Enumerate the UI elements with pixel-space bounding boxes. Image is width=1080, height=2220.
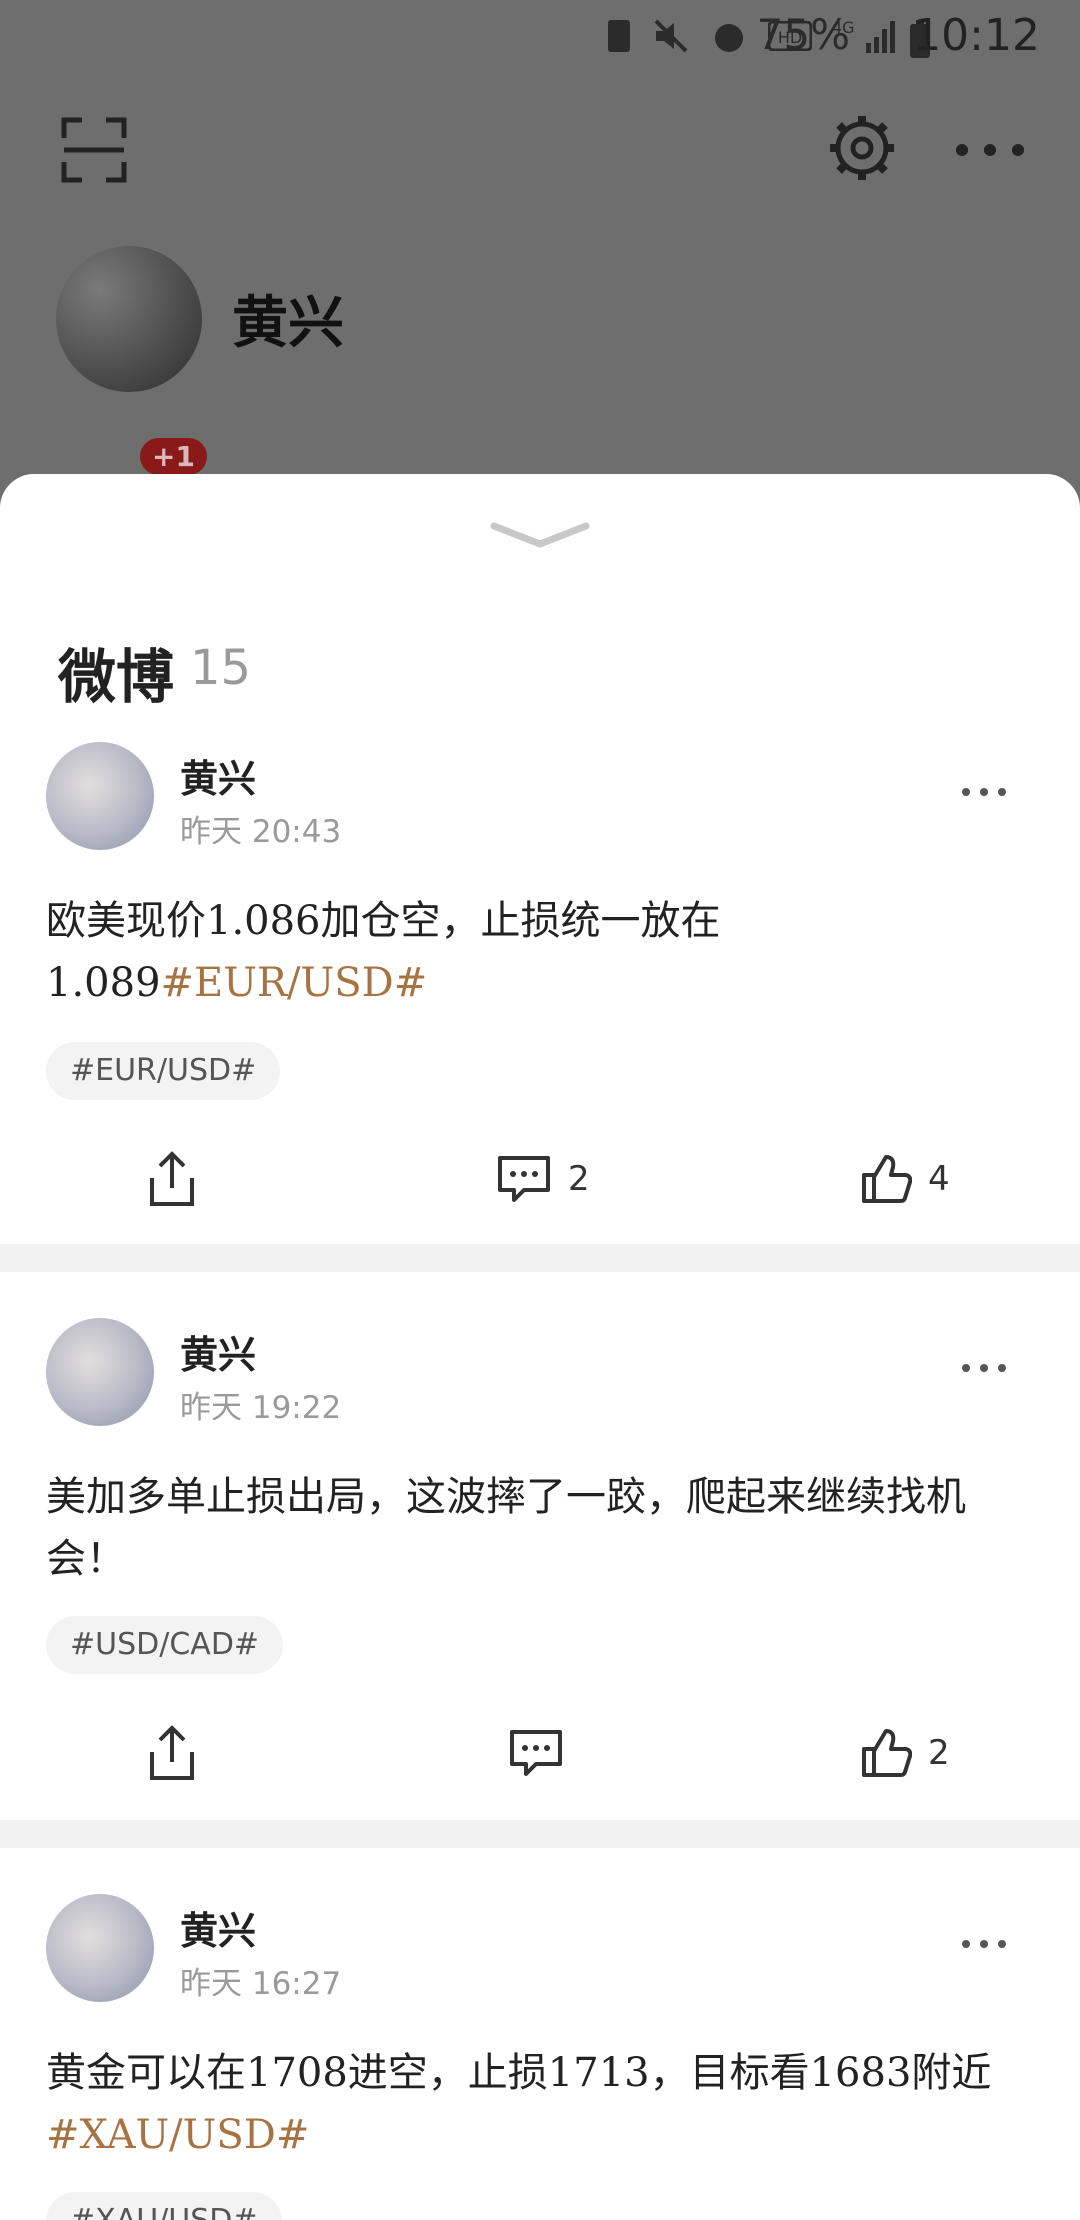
more-icon[interactable] [960, 782, 1008, 802]
post-count: 15 [190, 640, 252, 696]
mute-icon [654, 19, 688, 53]
post-text: 黄金可以在1708进空，止损1713，目标看1683附近 #XAU/USD# [46, 2042, 1036, 2166]
scan-icon[interactable] [58, 114, 130, 186]
post-text-body: 黄金可以在1708进空，止损1713，目标看1683附近 [46, 2050, 992, 2096]
comment-icon [510, 1730, 562, 1776]
post[interactable]: 黄兴 昨天 19:22 美加多单止损出局，这波摔了一跤，爬起来继续找机会！ #U… [0, 1318, 1080, 1798]
topic-tag[interactable]: #EUR/USD# [46, 1042, 281, 1100]
post-separator [0, 1244, 1080, 1272]
comment-button[interactable]: 2 [496, 1144, 590, 1214]
comment-icon [498, 1156, 550, 1202]
status-bar: HD 4G 75% 10:12 [0, 0, 1080, 72]
battery-percent: 75% [756, 10, 850, 59]
chevron-down-icon[interactable] [490, 518, 590, 558]
avatar[interactable] [46, 1894, 154, 2002]
sheet-title: 微博 [58, 643, 175, 711]
post-text: 欧美现价1.086加仓空，止损统一放在1.089#EUR/USD# [46, 890, 1036, 1014]
like-icon [862, 1729, 912, 1777]
share-icon [150, 1151, 194, 1206]
post-author[interactable]: 黄兴 [180, 1900, 256, 1955]
like-count: 4 [928, 1159, 950, 1199]
post-time: 昨天 20:43 [180, 814, 342, 850]
share-icon [150, 1725, 194, 1780]
topic-tag[interactable]: #XAU/USD# [46, 2192, 282, 2220]
post-actions: 2 [0, 1718, 1080, 1788]
post-time: 昨天 19:22 [180, 1390, 342, 1426]
more-icon[interactable] [950, 128, 1030, 172]
post-text: 美加多单止损出局，这波摔了一跤，爬起来继续找机会！ [46, 1466, 1036, 1590]
weibo-sheet: 微博 15 黄兴 昨天 20:43 欧美现价1.086加仓空，止损统一放在1.0… [0, 474, 1080, 2220]
status-icons: HD 4G [606, 14, 902, 58]
post[interactable]: 黄兴 昨天 16:27 黄金可以在1708进空，止损1713，目标看1683附近… [0, 1894, 1080, 2220]
comment-count: 2 [568, 1159, 590, 1199]
like-button[interactable]: 2 [860, 1718, 950, 1788]
gear-icon[interactable] [826, 112, 898, 184]
post-actions: 2 4 [0, 1144, 1080, 1214]
post-author[interactable]: 黄兴 [180, 1324, 256, 1379]
share-button[interactable] [148, 1144, 196, 1214]
share-button[interactable] [148, 1718, 196, 1788]
post-author[interactable]: 黄兴 [180, 748, 256, 803]
profile-background: HD 4G 75% 10:12 黄兴 +1 [0, 0, 1080, 520]
post-hashtag-link[interactable]: #XAU/USD# [46, 2112, 309, 2158]
more-icon[interactable] [960, 1358, 1008, 1378]
clock: 10:12 [913, 10, 1040, 61]
post-text-body: 美加多单止损出局，这波摔了一跤，爬起来继续找机会！ [46, 1474, 966, 1582]
profile-name: 黄兴 [232, 291, 344, 356]
profile-avatar[interactable] [56, 246, 202, 392]
like-button[interactable]: 4 [860, 1144, 950, 1214]
notification-badge: +1 [140, 438, 207, 475]
avatar[interactable] [46, 742, 154, 850]
comment-button[interactable] [508, 1718, 564, 1788]
more-icon[interactable] [960, 1934, 1008, 1954]
avatar[interactable] [46, 1318, 154, 1426]
post-time: 昨天 16:27 [180, 1966, 342, 2002]
topic-tag[interactable]: #USD/CAD# [46, 1616, 284, 1674]
post[interactable]: 黄兴 昨天 20:43 欧美现价1.086加仓空，止损统一放在1.089#EUR… [0, 742, 1080, 1242]
recycle-icon [608, 20, 630, 52]
alarm-icon [715, 24, 743, 52]
like-icon [862, 1155, 912, 1203]
like-count: 2 [928, 1733, 950, 1773]
post-separator [0, 1820, 1080, 1848]
post-hashtag-link[interactable]: #EUR/USD# [161, 960, 428, 1006]
